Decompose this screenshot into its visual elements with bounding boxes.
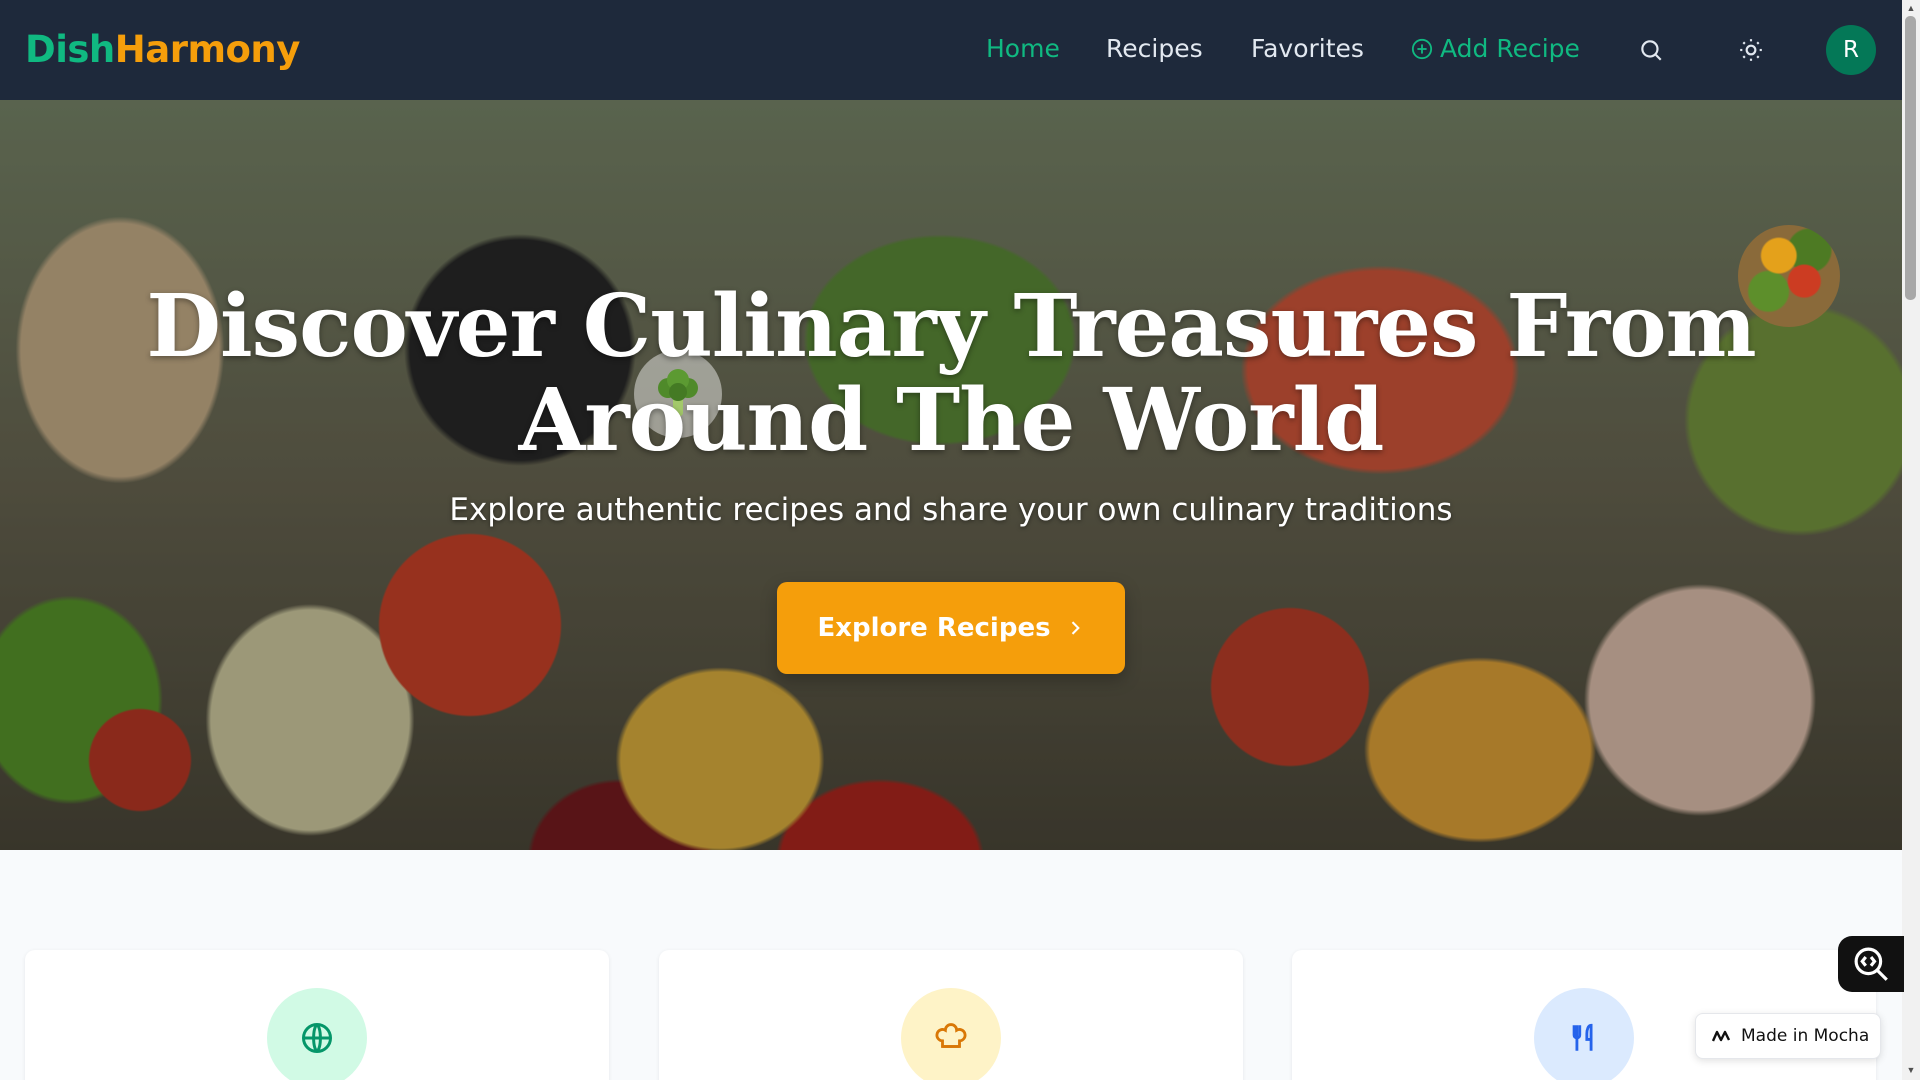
sun-icon bbox=[1738, 37, 1764, 63]
explore-recipes-button[interactable]: Explore Recipes bbox=[777, 582, 1125, 674]
scroll-down-arrow-icon[interactable]: ▼ bbox=[1905, 1064, 1917, 1076]
search-icon bbox=[1638, 37, 1664, 63]
scroll-up-arrow-icon[interactable]: ▲ bbox=[1905, 2, 1917, 14]
scrollbar-thumb[interactable] bbox=[1905, 16, 1916, 300]
mocha-logo-icon bbox=[1712, 1029, 1732, 1043]
made-in-mocha-badge[interactable]: Made in Mocha bbox=[1695, 1013, 1881, 1059]
brand-name-part2: Harmony bbox=[114, 28, 301, 71]
utensils-icon bbox=[1534, 988, 1634, 1080]
hero-title: Discover Culinary Treasures From Around … bbox=[146, 276, 1756, 471]
feature-card-global bbox=[25, 950, 609, 1080]
nav-favorites-link[interactable]: Favorites bbox=[1251, 32, 1364, 66]
globe-icon bbox=[267, 988, 367, 1080]
top-navbar: DishHarmony Home Recipes Favorites Add R… bbox=[0, 0, 1902, 100]
mocha-inspect-button[interactable] bbox=[1838, 936, 1904, 992]
chef-hat-icon bbox=[901, 988, 1001, 1080]
search-button[interactable] bbox=[1634, 33, 1668, 67]
add-recipe-label: Add Recipe bbox=[1440, 34, 1580, 63]
brand-logo[interactable]: DishHarmony bbox=[25, 26, 300, 74]
hero-image-overlay bbox=[0, 100, 1902, 850]
plus-circle-icon bbox=[1411, 38, 1433, 60]
explore-recipes-label: Explore Recipes bbox=[817, 613, 1051, 643]
brand-name-part1: Dish bbox=[25, 28, 115, 71]
nav-recipes-link[interactable]: Recipes bbox=[1106, 32, 1203, 66]
hero-subtitle: Explore authentic recipes and share your… bbox=[449, 492, 1453, 528]
nav-home-link[interactable]: Home bbox=[986, 32, 1060, 66]
mocha-badge-label: Made in Mocha bbox=[1741, 1026, 1870, 1046]
theme-toggle-button[interactable] bbox=[1734, 33, 1768, 67]
nav-add-recipe-link[interactable]: Add Recipe bbox=[1411, 32, 1580, 66]
hero-section: Discover Culinary Treasures From Around … bbox=[0, 100, 1902, 850]
user-avatar[interactable]: R bbox=[1826, 25, 1876, 75]
chevron-right-icon bbox=[1065, 618, 1085, 638]
code-search-icon bbox=[1850, 943, 1892, 985]
feature-card-chef bbox=[659, 950, 1243, 1080]
